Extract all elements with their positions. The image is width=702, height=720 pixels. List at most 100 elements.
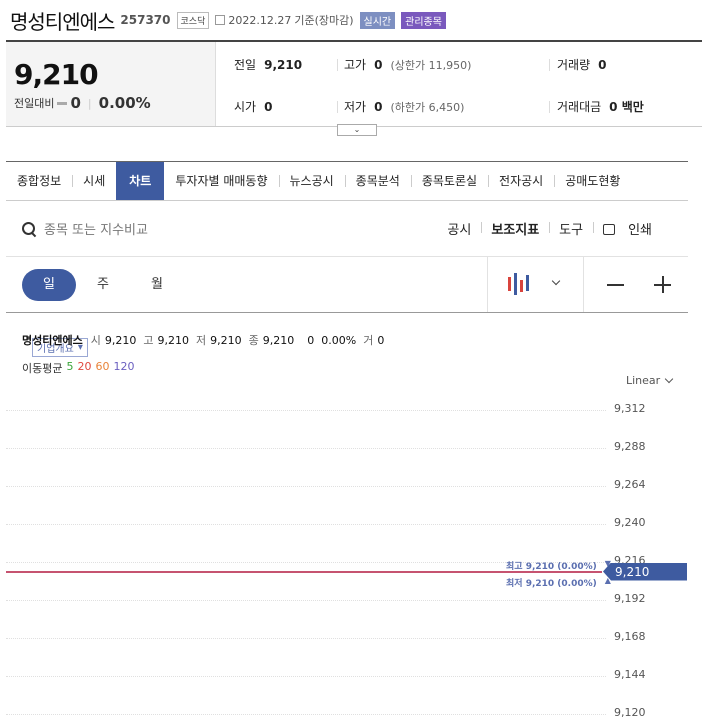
y-tick-label: 9,240	[614, 516, 646, 529]
close-val: 9,210	[262, 333, 295, 347]
print-label: 인쇄	[628, 223, 652, 238]
chevron-down-icon[interactable]	[551, 276, 561, 286]
tab-chart[interactable]: 차트	[116, 162, 165, 200]
chevron-down-icon: ⌄	[353, 125, 361, 134]
grid-line	[6, 676, 606, 677]
divider	[583, 257, 584, 312]
scale-label: Linear	[626, 374, 661, 387]
zoom-out-button[interactable]	[607, 284, 624, 286]
chg-val: 0	[307, 333, 315, 347]
divider	[337, 59, 338, 71]
trade-amount: 거래대금 0 백만	[557, 98, 644, 115]
search-input[interactable]: 종목 또는 지수비교	[44, 219, 148, 238]
stock-header: 명성티엔에스 257370 코스닥 2022.12.27 기준(장마감) 실시간…	[10, 6, 446, 357]
moving-average-legend: 이동평균 5 20 60 120	[22, 360, 134, 376]
scale-dropdown[interactable]: Linear	[626, 374, 674, 387]
open-value: 0	[264, 99, 273, 114]
period-month-button[interactable]: 월	[130, 269, 184, 301]
y-tick-label: 9,288	[614, 440, 646, 453]
upper-limit: (상한가 11,950)	[390, 58, 472, 72]
tab-news[interactable]: 뉴스공시	[278, 162, 345, 200]
date-value: 2022.12.27	[228, 13, 292, 27]
change-percent: 0.00%	[98, 94, 151, 112]
vol-key: 거	[363, 334, 374, 347]
stock-code: 257370	[120, 13, 171, 27]
ma-label: 이동평균	[22, 362, 63, 375]
divider	[487, 257, 488, 312]
ma-120: 120	[113, 360, 135, 373]
compare-search[interactable]: 종목 또는 지수비교	[22, 219, 148, 238]
search-icon	[22, 221, 36, 236]
chart-ohlc-info: 명성티엔에스 시 9,210 고 9,210 저 9,210 종 9,210 0 0.00…	[22, 332, 387, 348]
open-label: 시가	[234, 100, 257, 114]
period-selector: 일 주 월	[22, 269, 184, 301]
tab-analysis[interactable]: 종목분석	[344, 162, 411, 200]
low-marker: 최저 9,210 (0.00%) ▲	[506, 575, 611, 589]
grid-line	[6, 714, 606, 715]
prev-label: 전일	[234, 58, 257, 72]
divider	[6, 312, 688, 313]
divider: |	[87, 96, 92, 110]
close-key: 종	[248, 334, 259, 347]
y-tick-label: 9,168	[614, 630, 646, 643]
tab-discussion[interactable]: 종목토론실	[410, 162, 488, 200]
open-key: 시	[90, 334, 101, 347]
low-val: 9,210	[210, 333, 242, 347]
grid-line	[6, 524, 606, 525]
divider	[6, 256, 688, 257]
chart-tools: 공시 보조지표 도구 인쇄	[437, 219, 672, 238]
indicator-button[interactable]: 보조지표	[481, 219, 549, 238]
period-day-button[interactable]: 일	[22, 269, 76, 301]
volume-value: 0	[598, 57, 607, 72]
expand-toggle-button[interactable]: ⌄	[337, 124, 377, 136]
high-key: 고	[143, 334, 154, 347]
ma-20: 20	[77, 360, 92, 373]
company-name[interactable]: 명성티엔에스	[10, 6, 115, 35]
high-label: 고가	[344, 58, 367, 72]
high-val: 9,210	[157, 333, 189, 347]
change-label: 전일대비	[14, 97, 55, 110]
lower-limit: (하한가 6,450)	[390, 100, 465, 114]
candlestick-icon[interactable]	[507, 271, 535, 299]
grid-line	[6, 638, 606, 639]
amount-label: 거래대금	[557, 100, 602, 114]
price-summary: 9,210 전일대비 0 | 0.00% 전일 9,210 고가 0 (상한가 …	[6, 40, 702, 127]
price-chart[interactable]: 9,312 9,288 9,264 9,240 9,216 9,192 9,168 9,144…	[0, 395, 702, 720]
divider	[549, 101, 550, 113]
market-badge: 코스닥	[176, 11, 210, 29]
management-badge: 관리종목	[401, 11, 446, 29]
tab-overview[interactable]: 종합정보	[6, 162, 72, 200]
vol-val: 0	[377, 333, 385, 347]
tab-investor-trends[interactable]: 투자자별 매매동향	[164, 162, 278, 200]
volume: 거래량 0	[557, 56, 606, 73]
grid-line	[6, 600, 606, 601]
chart-stock-name: 명성티엔에스	[22, 334, 83, 347]
y-tick-label: 9,312	[614, 402, 646, 415]
tab-quotes[interactable]: 시세	[72, 162, 116, 200]
open-val: 9,210	[104, 333, 137, 347]
y-tick-label: 9,144	[614, 668, 646, 681]
high-marker: 최고 9,210 (0.00%) ▼	[506, 558, 611, 572]
amount-value: 0 백만	[609, 100, 644, 114]
prev-value: 9,210	[264, 57, 303, 72]
divider	[549, 59, 550, 71]
tab-short-selling[interactable]: 공매도현황	[554, 162, 631, 200]
plus-icon-v	[662, 276, 664, 293]
period-week-button[interactable]: 주	[76, 269, 130, 301]
tab-disclosure[interactable]: 전자공시	[488, 162, 554, 200]
current-price: 9,210	[14, 58, 99, 91]
ma-60: 60	[95, 360, 110, 373]
live-button[interactable]: 실시간	[359, 11, 396, 29]
price-details: 전일 9,210 고가 0 (상한가 11,950) 거래량 0 시가 0 저가…	[216, 42, 702, 126]
low-key: 저	[195, 334, 207, 347]
print-button[interactable]: 인쇄	[593, 219, 672, 238]
chevron-down-icon	[664, 374, 674, 384]
grid-line	[6, 486, 606, 487]
ma-5: 5	[66, 360, 74, 373]
tool-button[interactable]: 도구	[549, 219, 593, 238]
divider	[337, 101, 338, 113]
y-tick-label: 9,192	[614, 592, 646, 605]
disclosure-button[interactable]: 공시	[437, 219, 481, 238]
prev-close: 전일 9,210	[234, 56, 302, 73]
high-value: 0	[374, 57, 383, 72]
